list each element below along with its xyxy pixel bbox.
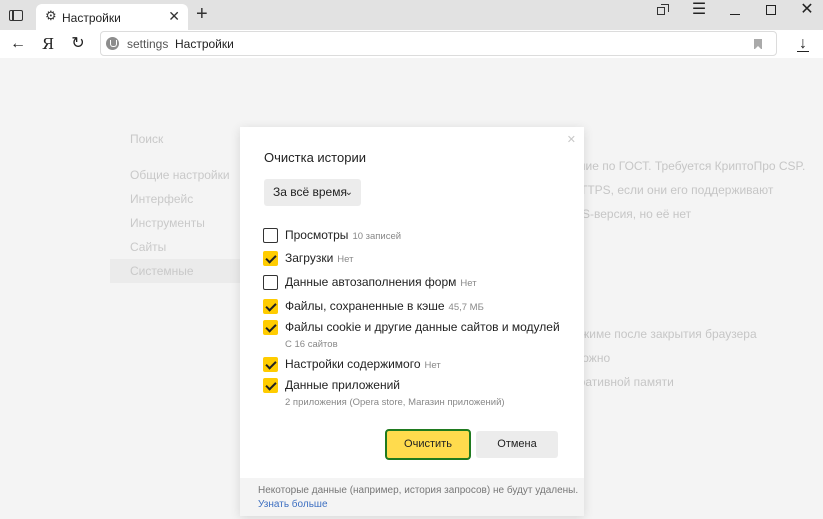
back-icon[interactable]: ←	[7, 34, 29, 54]
option-note: Нет	[424, 360, 441, 371]
yandex-button[interactable]: Я	[37, 34, 59, 54]
reload-icon[interactable]: ↻	[67, 34, 89, 54]
option-note: 45,7 МБ	[448, 302, 484, 313]
settings-search-input[interactable]: Поиск	[130, 132, 163, 146]
checkbox[interactable]	[263, 378, 278, 393]
checkbox[interactable]	[263, 320, 278, 335]
tab-title: Настройки	[62, 11, 121, 25]
option-note: Нет	[337, 254, 354, 265]
background-text: еративной памяти	[572, 375, 674, 389]
cancel-button[interactable]: Отмена	[476, 431, 558, 458]
option-label: Загрузки	[285, 251, 334, 265]
option-sub: С 16 сайтов	[285, 339, 338, 350]
background-text: режиме после закрытия браузера	[568, 327, 757, 341]
dialog-footer: Некоторые данные (например, история запр…	[240, 478, 584, 516]
bookmark-icon[interactable]	[754, 39, 762, 50]
checkbox[interactable]	[263, 251, 278, 266]
menu-icon[interactable]: ☰	[681, 0, 717, 22]
checkbox[interactable]	[263, 275, 278, 290]
dialog-title: Очистка истории	[264, 150, 366, 165]
checkbox[interactable]	[263, 299, 278, 314]
background-text: вание по ГОСТ. Требуется КриптоПро CSP.	[566, 159, 806, 173]
option-label: Данные приложений	[285, 378, 400, 392]
option-label: Настройки содержимого	[285, 357, 421, 371]
background-text: S-версия, но её нет	[582, 207, 692, 221]
learn-more-link[interactable]: Узнать больше	[258, 499, 328, 510]
clear-button[interactable]: Очистить	[385, 429, 471, 460]
gear-icon: ⚙	[45, 8, 57, 23]
new-tab-button[interactable]: +	[196, 3, 208, 25]
clear-history-dialog: ✕ Очистка истории За всё время ⌄ Просмот…	[240, 127, 584, 516]
checkbox[interactable]	[263, 228, 278, 243]
period-value: За всё время	[273, 185, 347, 199]
tab-settings[interactable]: ⚙ Настройки ✕	[36, 4, 188, 30]
address-bar[interactable]: settings Настройки	[100, 31, 777, 56]
protect-shield-icon[interactable]	[106, 37, 119, 50]
maximize-icon[interactable]	[753, 0, 789, 22]
footer-note: Некоторые данные (например, история запр…	[258, 485, 579, 496]
download-icon[interactable]: ↓	[793, 34, 813, 54]
dialog-close-icon[interactable]: ✕	[567, 133, 576, 146]
sidebar-item-sites[interactable]: Сайты	[130, 240, 166, 254]
option-label: Просмотры	[285, 228, 349, 242]
sidebar-item-interface[interactable]: Интерфейс	[130, 192, 193, 206]
option-label: Файлы cookie и другие данные сайтов и мо…	[285, 320, 560, 334]
minimize-icon[interactable]	[717, 0, 753, 22]
tab-bar: ⚙ Настройки ✕ + ☰ ✕	[0, 0, 823, 30]
sidebar-item-tools[interactable]: Инструменты	[130, 216, 205, 230]
option-label: Данные автозаполнения форм	[285, 275, 457, 289]
period-select[interactable]: За всё время ⌄	[264, 179, 361, 206]
checkbox[interactable]	[263, 357, 278, 372]
close-window-icon[interactable]: ✕	[789, 0, 823, 22]
option-label: Файлы, сохраненные в кэше	[285, 299, 445, 313]
toolbar: ← Я ↻ settings Настройки ↓	[0, 30, 823, 58]
address-host: settings	[127, 37, 169, 51]
sidebar-item-general[interactable]: Общие настройки	[130, 168, 230, 182]
chevron-down-icon: ⌄	[344, 187, 353, 198]
address-page-title: Настройки	[175, 37, 234, 51]
tabs-icon[interactable]	[645, 0, 681, 22]
background-text: TTPS, если они его поддерживают	[580, 183, 774, 197]
option-sub: 2 приложения (Opera store, Магазин прило…	[285, 397, 505, 408]
close-tab-icon[interactable]: ✕	[168, 9, 180, 23]
option-note: 10 записей	[352, 231, 402, 242]
option-note: Нет	[460, 278, 477, 289]
sidebar-toggle-icon[interactable]	[8, 7, 24, 23]
